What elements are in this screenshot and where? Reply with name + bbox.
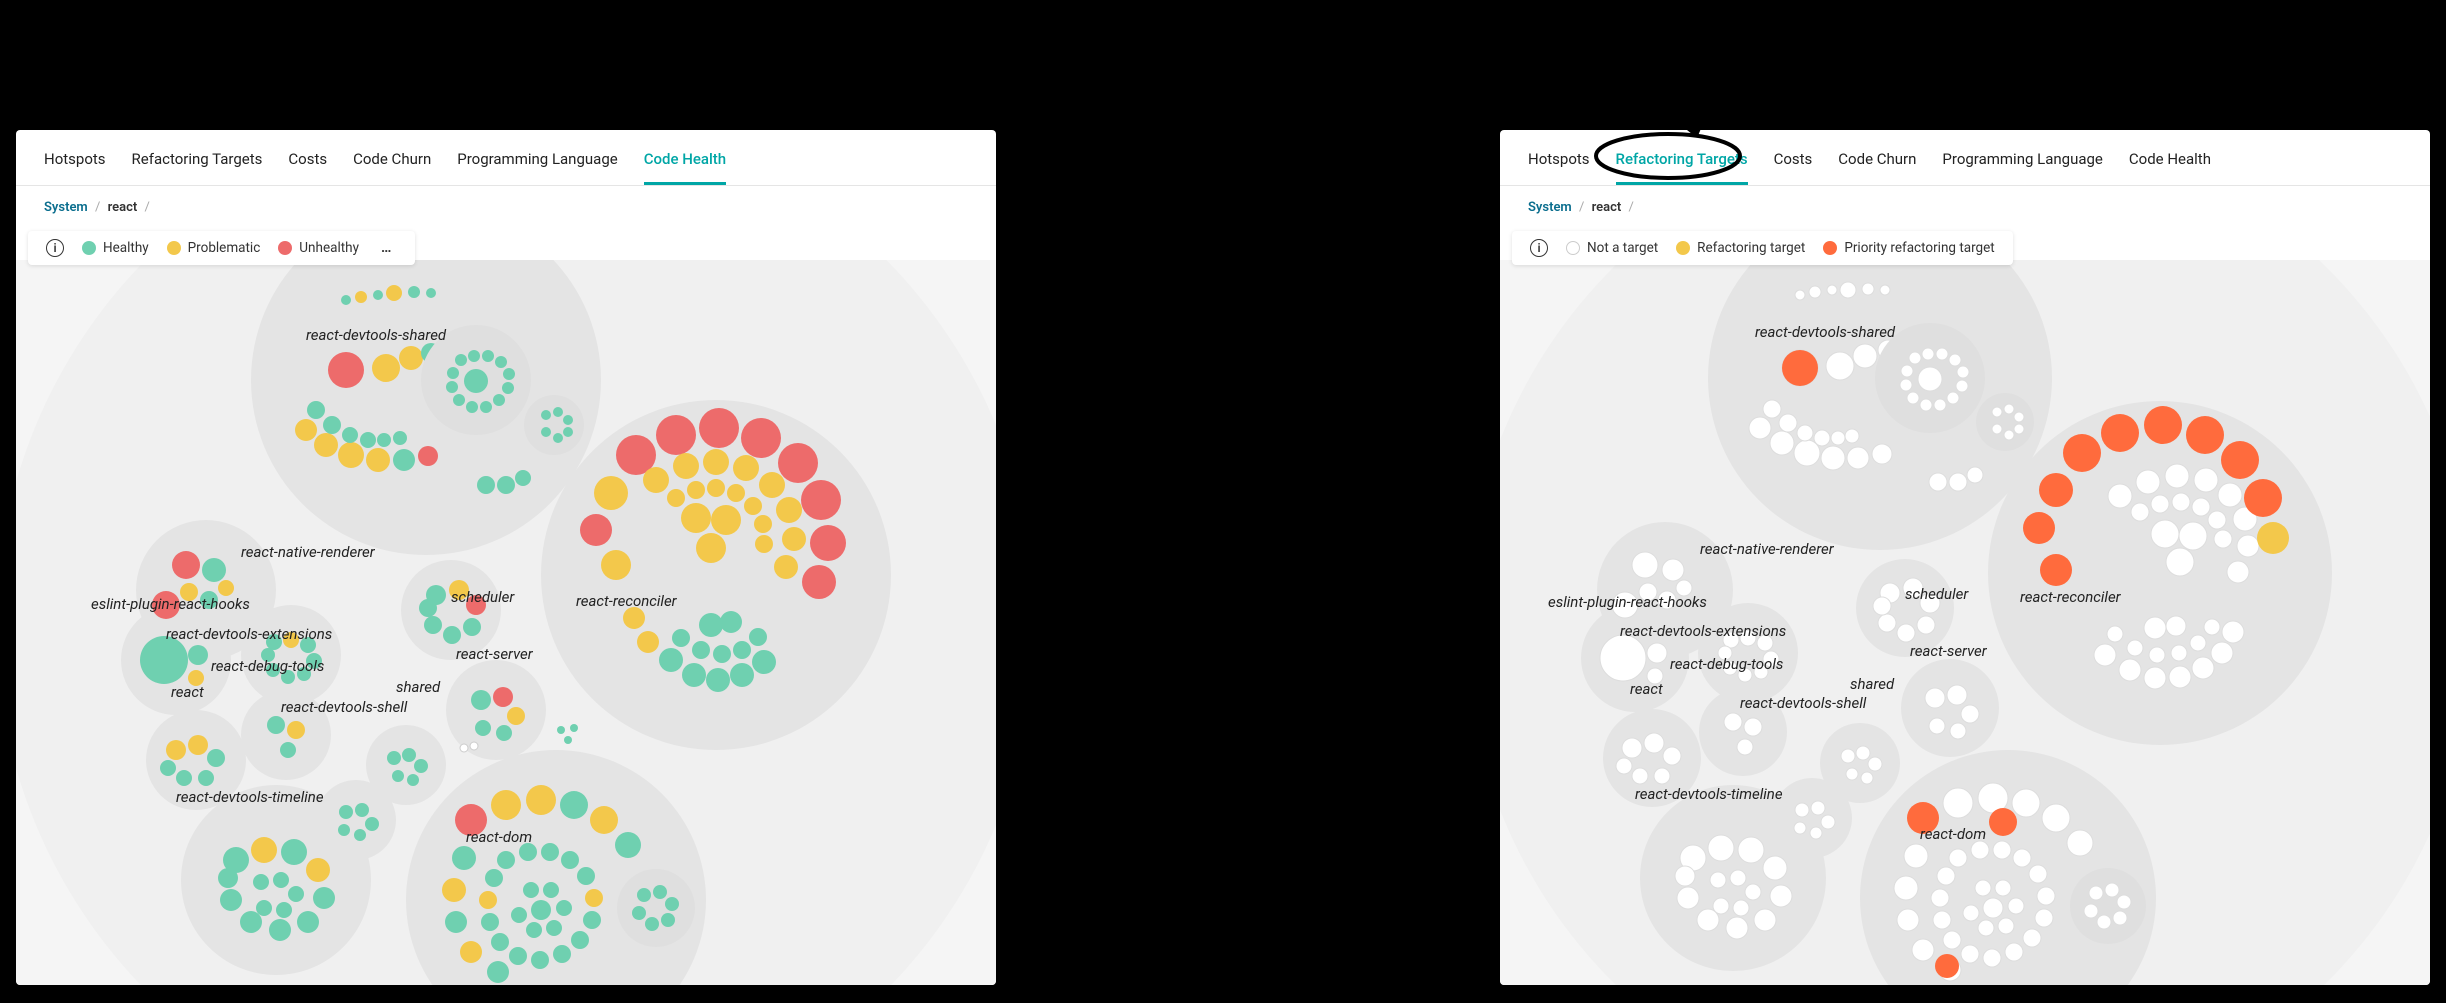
breadcrumb-sep-trailing: /	[145, 200, 150, 215]
tab-code-churn-r[interactable]: Code Churn	[1838, 144, 1916, 185]
dot-refac-icon	[1676, 241, 1690, 255]
tabs-left: Hotspots Refactoring Targets Costs Code …	[16, 130, 996, 186]
tab-code-health-r[interactable]: Code Health	[2129, 144, 2211, 185]
treemap-svg-r	[1500, 260, 2430, 985]
legend-problematic: Problematic	[167, 240, 261, 256]
breadcrumb-leaf: react	[108, 200, 138, 215]
tab-programming-language-r[interactable]: Programming Language	[1942, 144, 2102, 185]
info-icon-r[interactable]: i	[1530, 239, 1548, 257]
legend-priority-refactoring: Priority refactoring target	[1823, 240, 1994, 256]
dot-problematic-icon	[167, 241, 181, 255]
tab-costs[interactable]: Costs	[288, 144, 327, 185]
tab-programming-language[interactable]: Programming Language	[457, 144, 617, 185]
panel-code-health: Hotspots Refactoring Targets Costs Code …	[16, 130, 996, 985]
dot-healthy-icon	[82, 241, 96, 255]
breadcrumb-leaf-r: react	[1592, 200, 1622, 215]
tab-code-churn[interactable]: Code Churn	[353, 144, 431, 185]
tab-code-health[interactable]: Code Health	[644, 144, 726, 185]
breadcrumb: System / react /	[16, 186, 996, 225]
treemap-svg	[16, 260, 996, 985]
legend-unhealthy: Unhealthy	[278, 240, 359, 256]
legend-refactoring: i Not a target Refactoring target Priori…	[1512, 231, 2013, 265]
legend-not-target: Not a target	[1566, 240, 1658, 256]
legend-refactoring-target: Refactoring target	[1676, 240, 1805, 256]
tab-refactoring-targets-r[interactable]: Refactoring Targets	[1616, 144, 1748, 185]
dot-prio-icon	[1823, 241, 1837, 255]
tab-hotspots-r[interactable]: Hotspots	[1528, 144, 1590, 185]
tab-hotspots[interactable]: Hotspots	[44, 144, 106, 185]
treemap-code-health[interactable]: react-devtools-shared react-native-rende…	[16, 260, 996, 985]
breadcrumb-root-r[interactable]: System	[1528, 200, 1572, 215]
breadcrumb-sep: /	[95, 200, 100, 215]
panel-refactoring-targets: Hotspots Refactoring Targets Costs Code …	[1500, 130, 2430, 985]
tabs-right: Hotspots Refactoring Targets Costs Code …	[1500, 130, 2430, 186]
info-icon[interactable]: i	[46, 239, 64, 257]
breadcrumb-r: System / react /	[1500, 186, 2430, 225]
legend-healthy: Healthy	[82, 240, 149, 256]
dot-unhealthy-icon	[278, 241, 292, 255]
dot-not-target-icon	[1566, 241, 1580, 255]
tab-refactoring-targets[interactable]: Refactoring Targets	[132, 144, 263, 185]
tab-costs-r[interactable]: Costs	[1774, 144, 1813, 185]
legend-more-button[interactable]: …	[377, 240, 397, 256]
treemap-refactoring[interactable]: react-devtools-shared react-native-rende…	[1500, 260, 2430, 985]
breadcrumb-root[interactable]: System	[44, 200, 88, 215]
legend-code-health: i Healthy Problematic Unhealthy …	[28, 231, 415, 265]
